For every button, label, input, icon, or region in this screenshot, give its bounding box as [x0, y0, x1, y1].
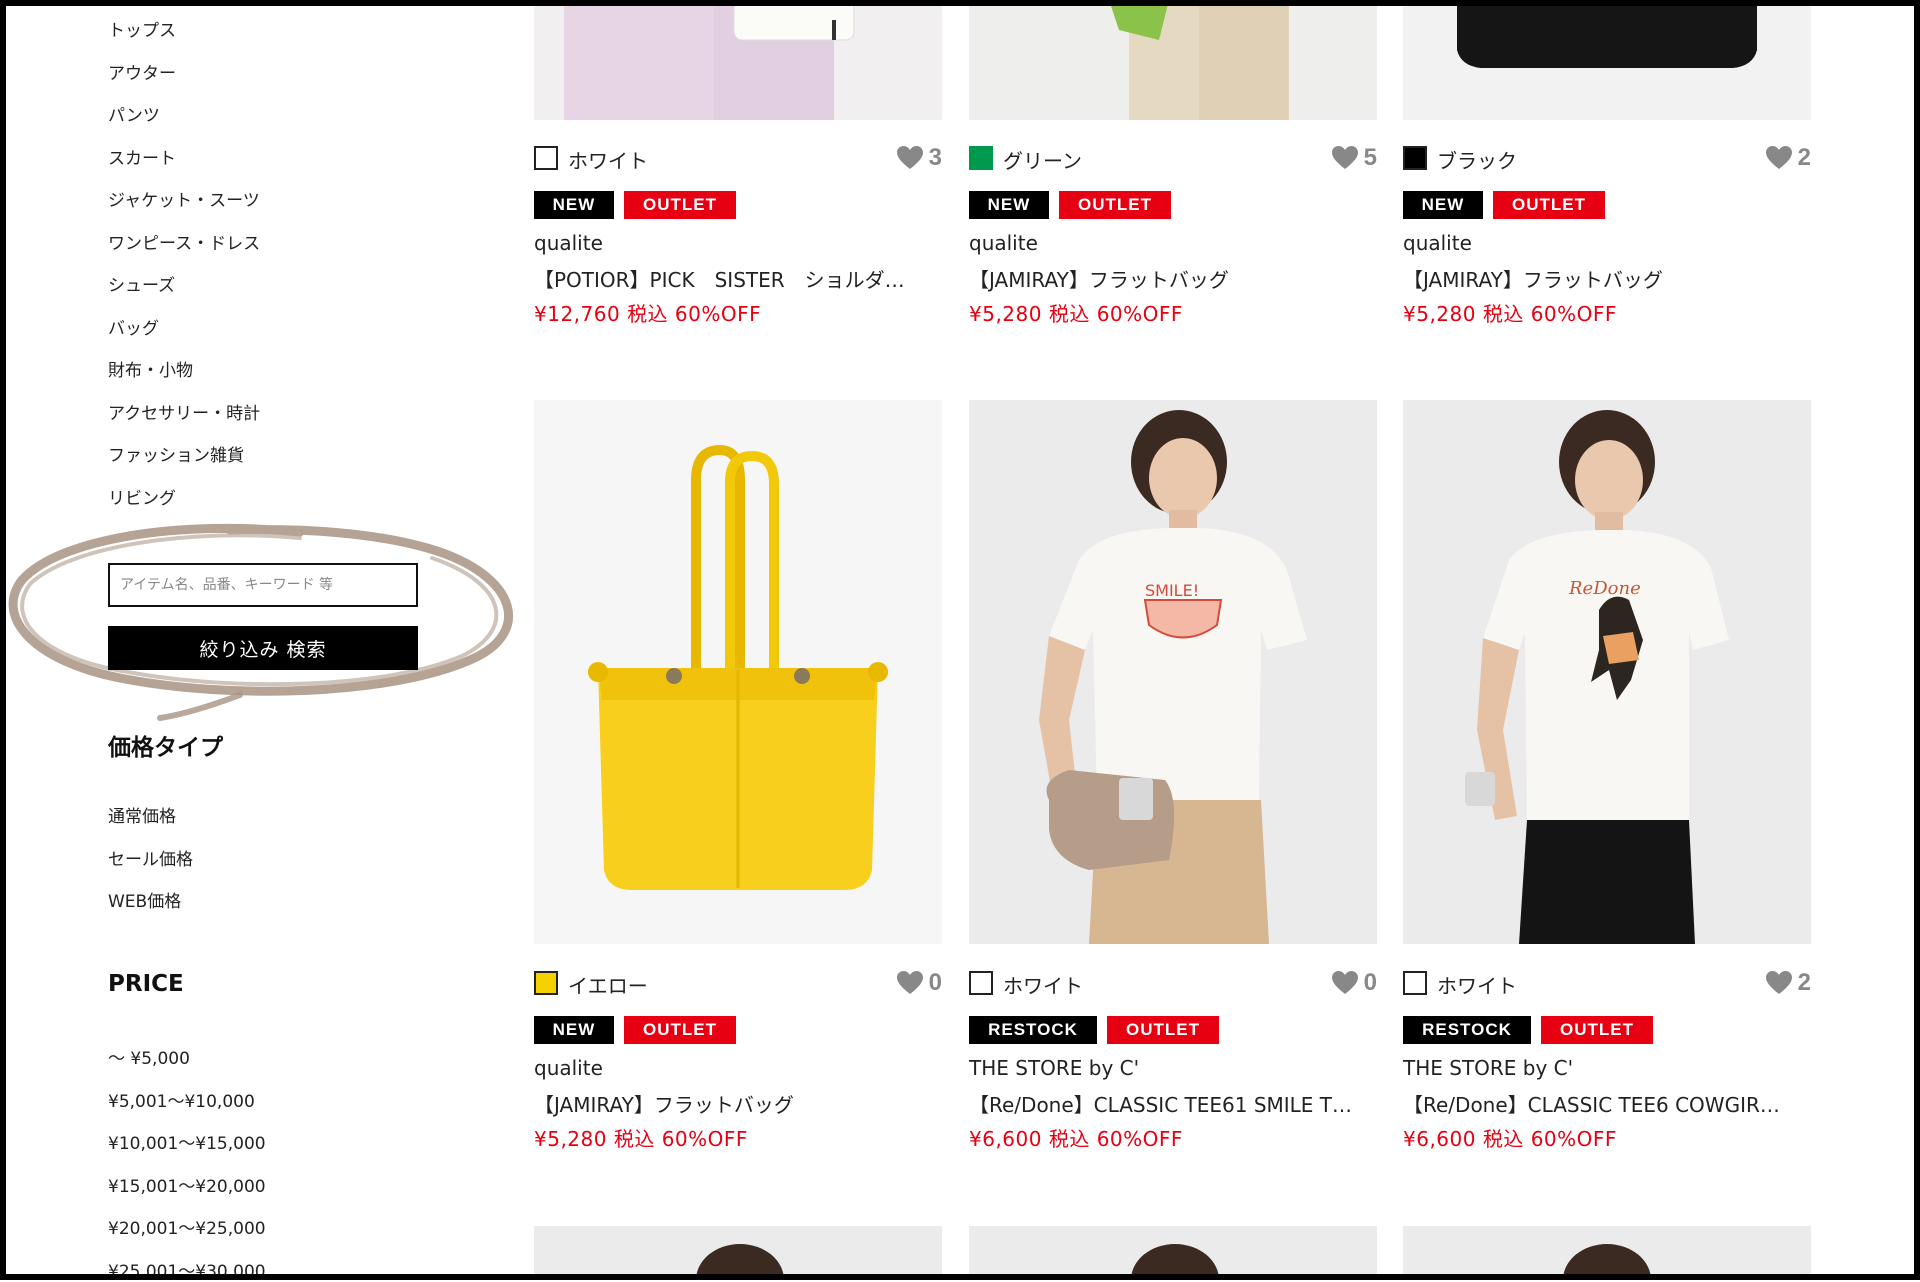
product-price: ¥12,760 税込 60%OFF	[534, 302, 762, 326]
product-image[interactable]: SMILE!	[969, 400, 1377, 944]
brand-name[interactable]: qualite	[1403, 231, 1472, 255]
product-image[interactable]	[1403, 1226, 1811, 1280]
favorite-count: 2	[1797, 969, 1811, 996]
heart-icon	[1765, 146, 1792, 169]
product-price: ¥5,280 税込 60%OFF	[534, 1127, 748, 1151]
color-name: イエロー	[568, 974, 648, 998]
badge-outlet: OUTLET	[1493, 191, 1605, 219]
price-range-5[interactable]: ¥20,001〜¥25,000	[108, 1214, 266, 1239]
favorite-count: 3	[928, 144, 942, 171]
product-name[interactable]: 【Re/Done】CLASSIC TEE6 COWGIR…	[1403, 1089, 1811, 1118]
svg-text:SMILE!: SMILE!	[1145, 581, 1199, 600]
category-dress[interactable]: ワンピース・ドレス	[108, 229, 260, 254]
price-type-web[interactable]: WEB価格	[108, 887, 181, 912]
favorite-button[interactable]: 2	[1765, 968, 1811, 998]
badge-new: NEW	[534, 191, 614, 219]
brand-name[interactable]: qualite	[534, 231, 603, 255]
product-image[interactable]	[969, 0, 1377, 120]
category-living[interactable]: リビング	[108, 484, 176, 509]
svg-text:ReDone: ReDone	[1568, 578, 1641, 599]
color-swatch[interactable]	[534, 146, 558, 170]
favorite-button[interactable]: 5	[1331, 143, 1377, 173]
keyword-search-input[interactable]	[108, 563, 418, 607]
product-price: ¥6,600 税込 60%OFF	[1403, 1127, 1617, 1151]
favorite-count: 5	[1363, 144, 1377, 171]
heart-icon	[896, 146, 923, 169]
price-range-1[interactable]: 〜 ¥5,000	[108, 1044, 190, 1069]
price-title: PRICE	[108, 971, 184, 997]
color-swatch[interactable]	[969, 971, 993, 995]
category-bag[interactable]: バッグ	[108, 314, 159, 339]
product-name[interactable]: 【Re/Done】CLASSIC TEE61 SMILE T…	[969, 1089, 1377, 1118]
category-wallet[interactable]: 財布・小物	[108, 356, 193, 381]
category-skirt[interactable]: スカート	[108, 144, 176, 169]
product-image[interactable]	[534, 400, 942, 944]
color-name: ブラック	[1437, 149, 1517, 173]
product-name[interactable]: 【JAMIRAY】フラットバッグ	[1403, 264, 1811, 293]
highlight-circle-annotation	[8, 523, 513, 721]
price-type-sale[interactable]: セール価格	[108, 845, 193, 870]
category-fashion-goods[interactable]: ファッション雑貨	[108, 441, 244, 466]
color-name: グリーン	[1003, 149, 1082, 173]
product-image[interactable]	[534, 0, 942, 120]
color-name: ホワイト	[1437, 974, 1517, 998]
price-range-3[interactable]: ¥10,001〜¥15,000	[108, 1129, 266, 1154]
product-image[interactable]	[969, 1226, 1377, 1280]
brand-name[interactable]: qualite	[969, 231, 1038, 255]
category-shoes[interactable]: シューズ	[108, 271, 175, 296]
product-price: ¥5,280 税込 60%OFF	[969, 302, 1183, 326]
brand-name[interactable]: THE STORE by C'	[1403, 1056, 1573, 1080]
badge-new: NEW	[1403, 191, 1483, 219]
favorite-button[interactable]: 0	[896, 968, 942, 998]
heart-icon	[896, 971, 923, 994]
badge-outlet: OUTLET	[624, 1016, 736, 1044]
badge-outlet: OUTLET	[1541, 1016, 1653, 1044]
price-range-2[interactable]: ¥5,001〜¥10,000	[108, 1087, 255, 1112]
heart-icon	[1331, 146, 1358, 169]
product-image[interactable]	[534, 1226, 942, 1280]
badge-restock: RESTOCK	[969, 1016, 1097, 1044]
badge-outlet: OUTLET	[1107, 1016, 1219, 1044]
heart-icon	[1765, 971, 1792, 994]
favorite-count: 2	[1797, 144, 1811, 171]
favorite-button[interactable]: 0	[1331, 968, 1377, 998]
color-swatch[interactable]	[1403, 146, 1427, 170]
badge-outlet: OUTLET	[624, 191, 736, 219]
badge-outlet: OUTLET	[1059, 191, 1171, 219]
color-swatch[interactable]	[969, 146, 993, 170]
brand-name[interactable]: THE STORE by C'	[969, 1056, 1139, 1080]
price-type-regular[interactable]: 通常価格	[108, 802, 176, 827]
brand-name[interactable]: qualite	[534, 1056, 603, 1080]
product-price: ¥6,600 税込 60%OFF	[969, 1127, 1183, 1151]
color-swatch[interactable]	[534, 971, 558, 995]
color-name: ホワイト	[1003, 974, 1083, 998]
badge-new: NEW	[534, 1016, 614, 1044]
category-jacket-suit[interactable]: ジャケット・スーツ	[108, 186, 260, 211]
product-image[interactable]	[1403, 0, 1811, 120]
favorite-count: 0	[1363, 969, 1377, 996]
product-name[interactable]: 【POTIOR】PICK SISTER ショルダ…	[534, 264, 942, 293]
color-name: ホワイト	[568, 149, 648, 173]
price-type-title: 価格タイプ	[108, 735, 223, 761]
product-name[interactable]: 【JAMIRAY】フラットバッグ	[969, 264, 1377, 293]
category-pants[interactable]: パンツ	[108, 101, 160, 126]
product-image[interactable]: ReDone	[1403, 400, 1811, 944]
filter-search-button[interactable]: 絞り込み 検索	[108, 626, 418, 670]
category-accessory[interactable]: アクセサリー・時計	[108, 399, 260, 424]
price-range-6[interactable]: ¥25,001〜¥30,000	[108, 1257, 266, 1282]
badge-restock: RESTOCK	[1403, 1016, 1531, 1044]
product-price: ¥5,280 税込 60%OFF	[1403, 302, 1617, 326]
product-name[interactable]: 【JAMIRAY】フラットバッグ	[534, 1089, 942, 1118]
favorite-button[interactable]: 2	[1765, 143, 1811, 173]
favorite-button[interactable]: 3	[896, 143, 942, 173]
color-swatch[interactable]	[1403, 971, 1427, 995]
heart-icon	[1331, 971, 1358, 994]
category-tops[interactable]: トップス	[108, 16, 176, 41]
category-outer[interactable]: アウター	[108, 59, 176, 84]
price-range-4[interactable]: ¥15,001〜¥20,000	[108, 1172, 266, 1197]
favorite-count: 0	[928, 969, 942, 996]
badge-new: NEW	[969, 191, 1049, 219]
